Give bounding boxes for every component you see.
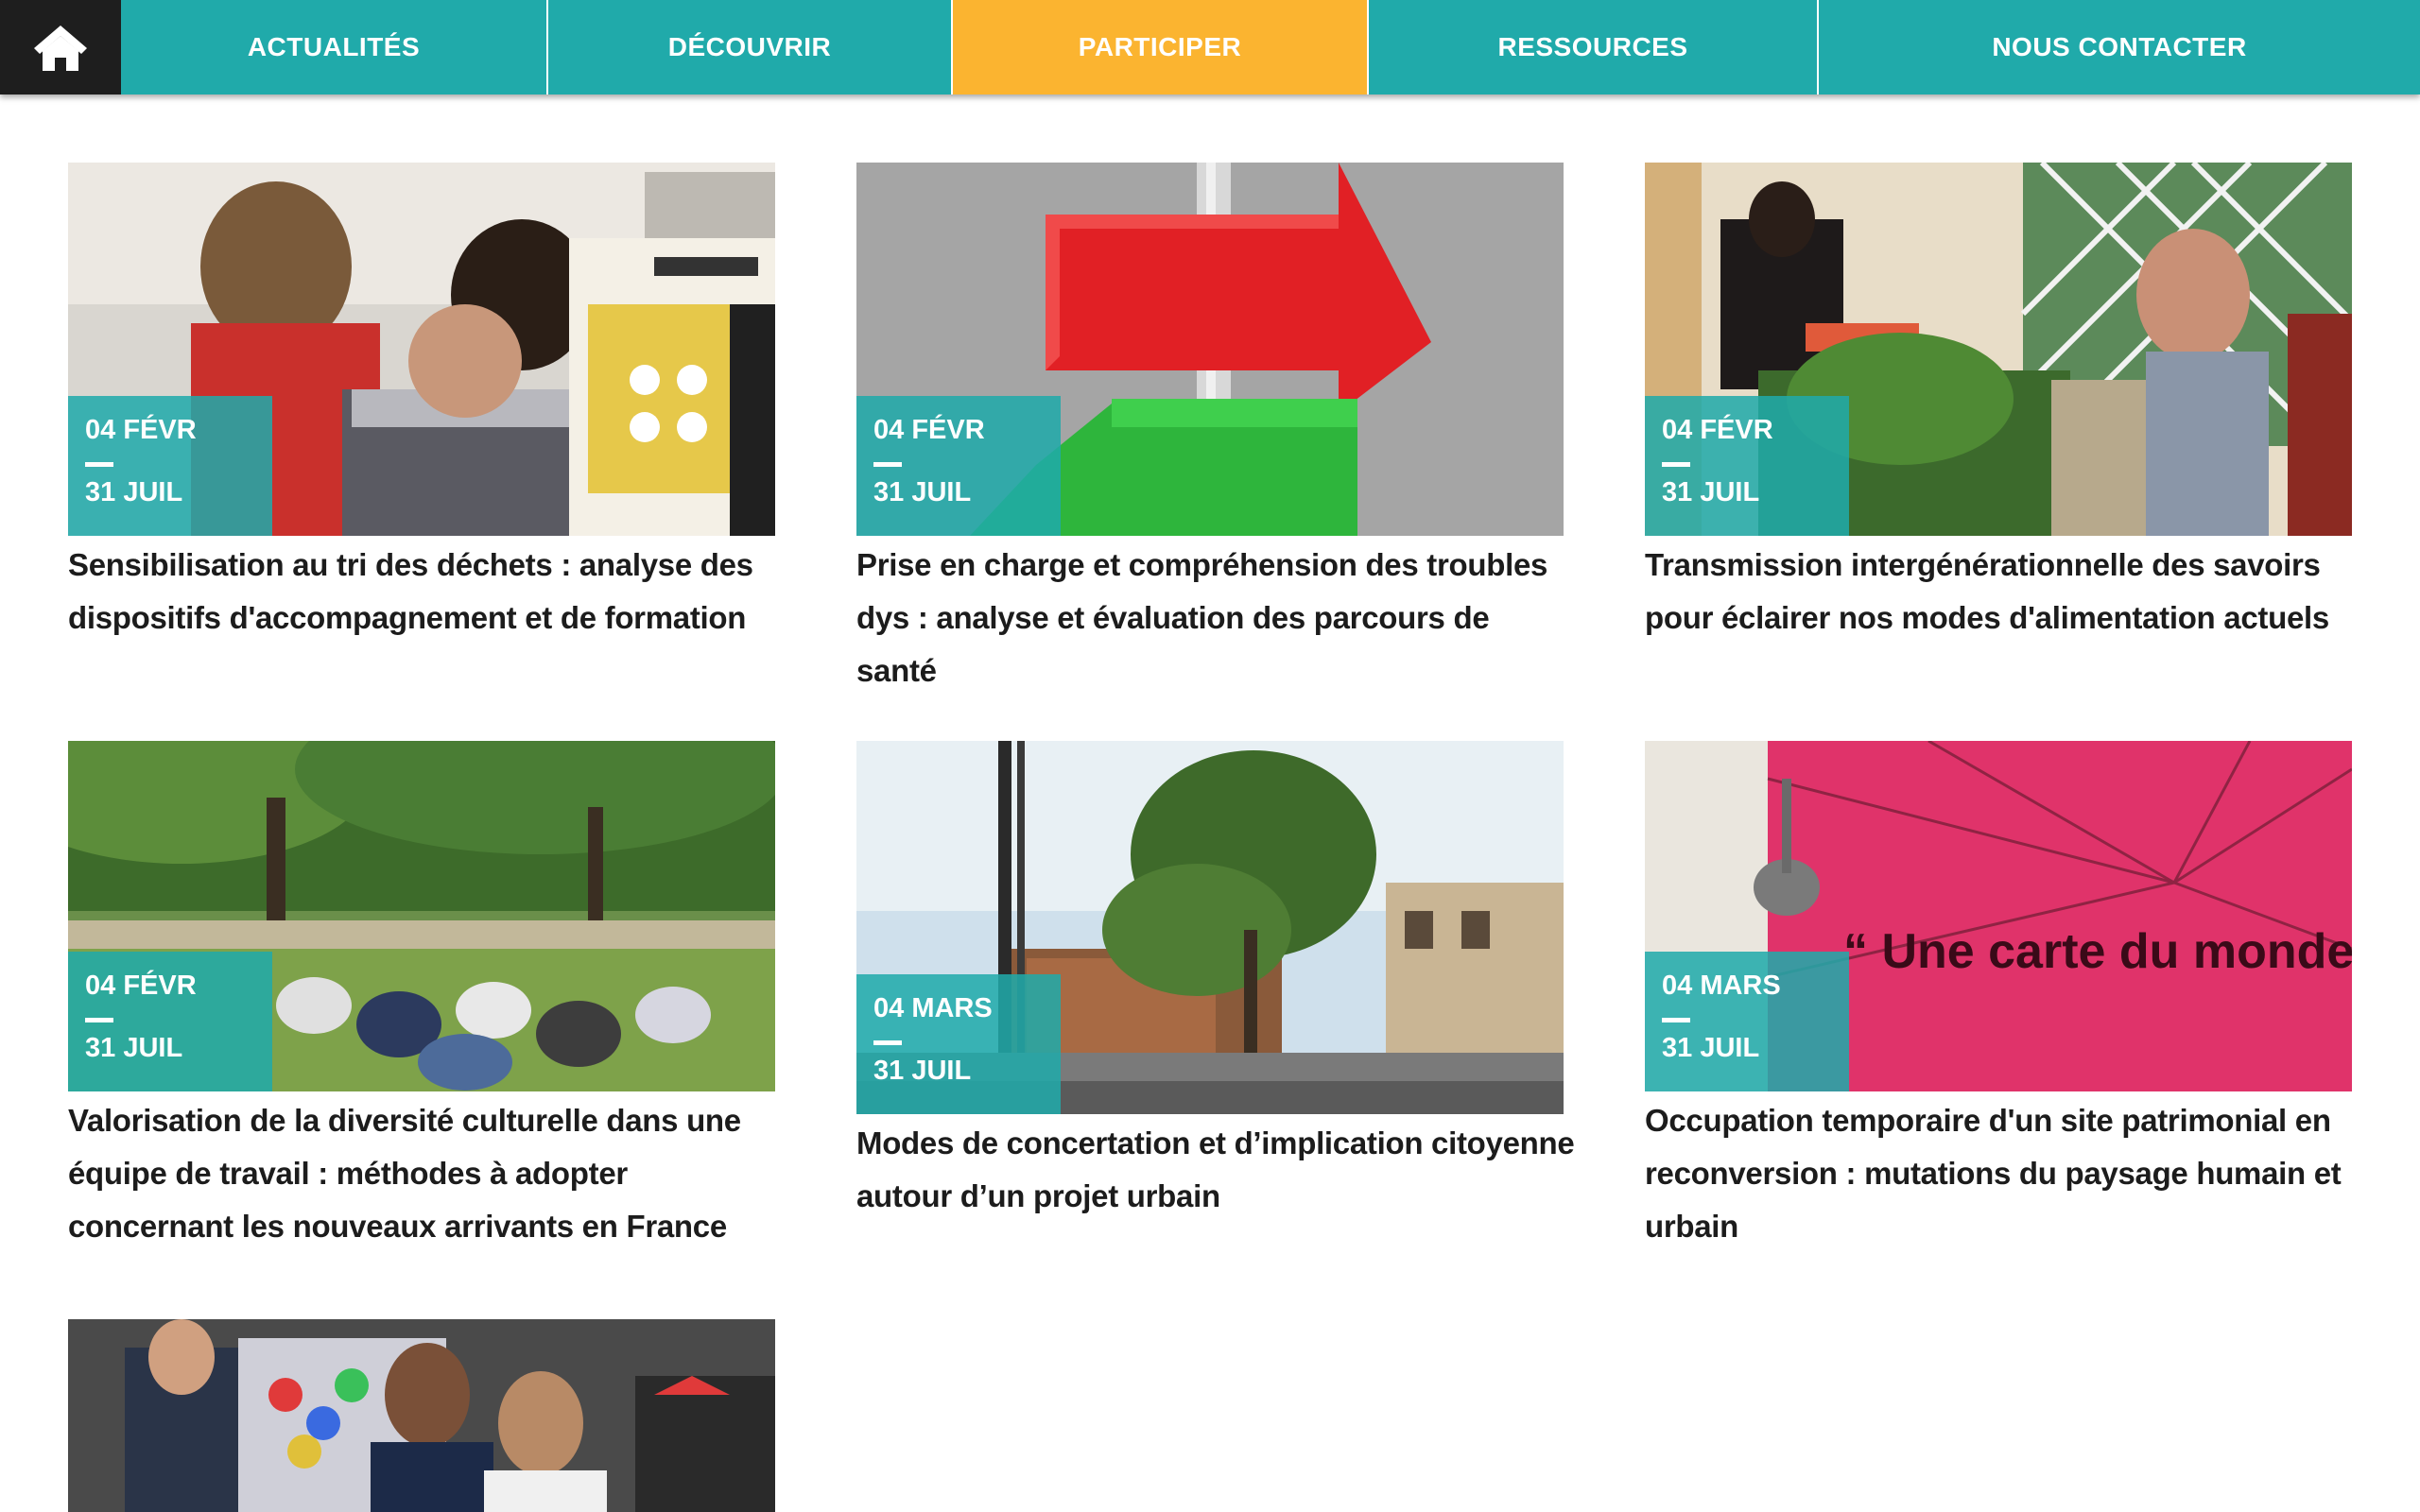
date-badge: 04 MARS 31 JUIL [856, 974, 1061, 1114]
end-date: 31 JUIL [85, 1033, 183, 1063]
date-badge: 04 FÉVR 31 JUIL [68, 952, 272, 1091]
date-separator [1662, 462, 1690, 467]
main-nav: ACTUALITÉS DÉCOUVRIR PARTICIPER RESSOURC… [0, 0, 2420, 94]
end-date: 31 JUIL [1662, 1033, 1760, 1063]
card-title[interactable]: Sensibilisation au tri des déchets : ana… [68, 539, 786, 644]
street-young-men-image[interactable] [68, 1319, 775, 1512]
start-date: 04 FÉVR [1662, 415, 1773, 445]
date-separator [873, 1040, 902, 1045]
card-title[interactable]: Valorisation de la diversité culturelle … [68, 1094, 786, 1253]
date-separator [873, 462, 902, 467]
date-badge: 04 FÉVR 31 JUIL [68, 396, 272, 536]
home-icon [34, 26, 87, 71]
date-separator [85, 462, 113, 467]
start-date: 04 MARS [873, 993, 993, 1023]
start-date: 04 FÉVR [873, 415, 985, 445]
nav-item-decouvrir[interactable]: DÉCOUVRIR [546, 0, 951, 94]
wall-quote-text: “ Une carte du monde qui n’inclut pas l’… [1843, 924, 2352, 979]
date-badge: 04 MARS 31 JUIL [1645, 952, 1849, 1091]
end-date: 31 JUIL [873, 1056, 972, 1086]
date-separator [85, 1018, 113, 1022]
card-title[interactable]: Transmission intergénérationnelle des sa… [1645, 539, 2363, 644]
end-date: 31 JUIL [873, 477, 972, 507]
end-date: 31 JUIL [1662, 477, 1760, 507]
start-date: 04 MARS [1662, 971, 1781, 1001]
date-badge: 04 FÉVR 31 JUIL [1645, 396, 1849, 536]
nav-item-nous-contacter[interactable]: NOUS CONTACTER [1817, 0, 2420, 94]
end-date: 31 JUIL [85, 477, 183, 507]
nav-item-actualites[interactable]: ACTUALITÉS [121, 0, 546, 94]
nav-item-ressources[interactable]: RESSOURCES [1367, 0, 1817, 94]
date-separator [1662, 1018, 1690, 1022]
card-title[interactable]: Prise en charge et compréhension des tro… [856, 539, 1575, 697]
nav-item-participer[interactable]: PARTICIPER [951, 0, 1367, 94]
card-title[interactable]: Modes de concertation et d’implication c… [856, 1117, 1575, 1223]
card-title[interactable]: Occupation temporaire d'un site patrimon… [1645, 1094, 2363, 1253]
start-date: 04 FÉVR [85, 415, 197, 445]
home-button[interactable] [0, 0, 121, 94]
start-date: 04 FÉVR [85, 971, 197, 1001]
date-badge: 04 FÉVR 31 JUIL [856, 396, 1061, 536]
